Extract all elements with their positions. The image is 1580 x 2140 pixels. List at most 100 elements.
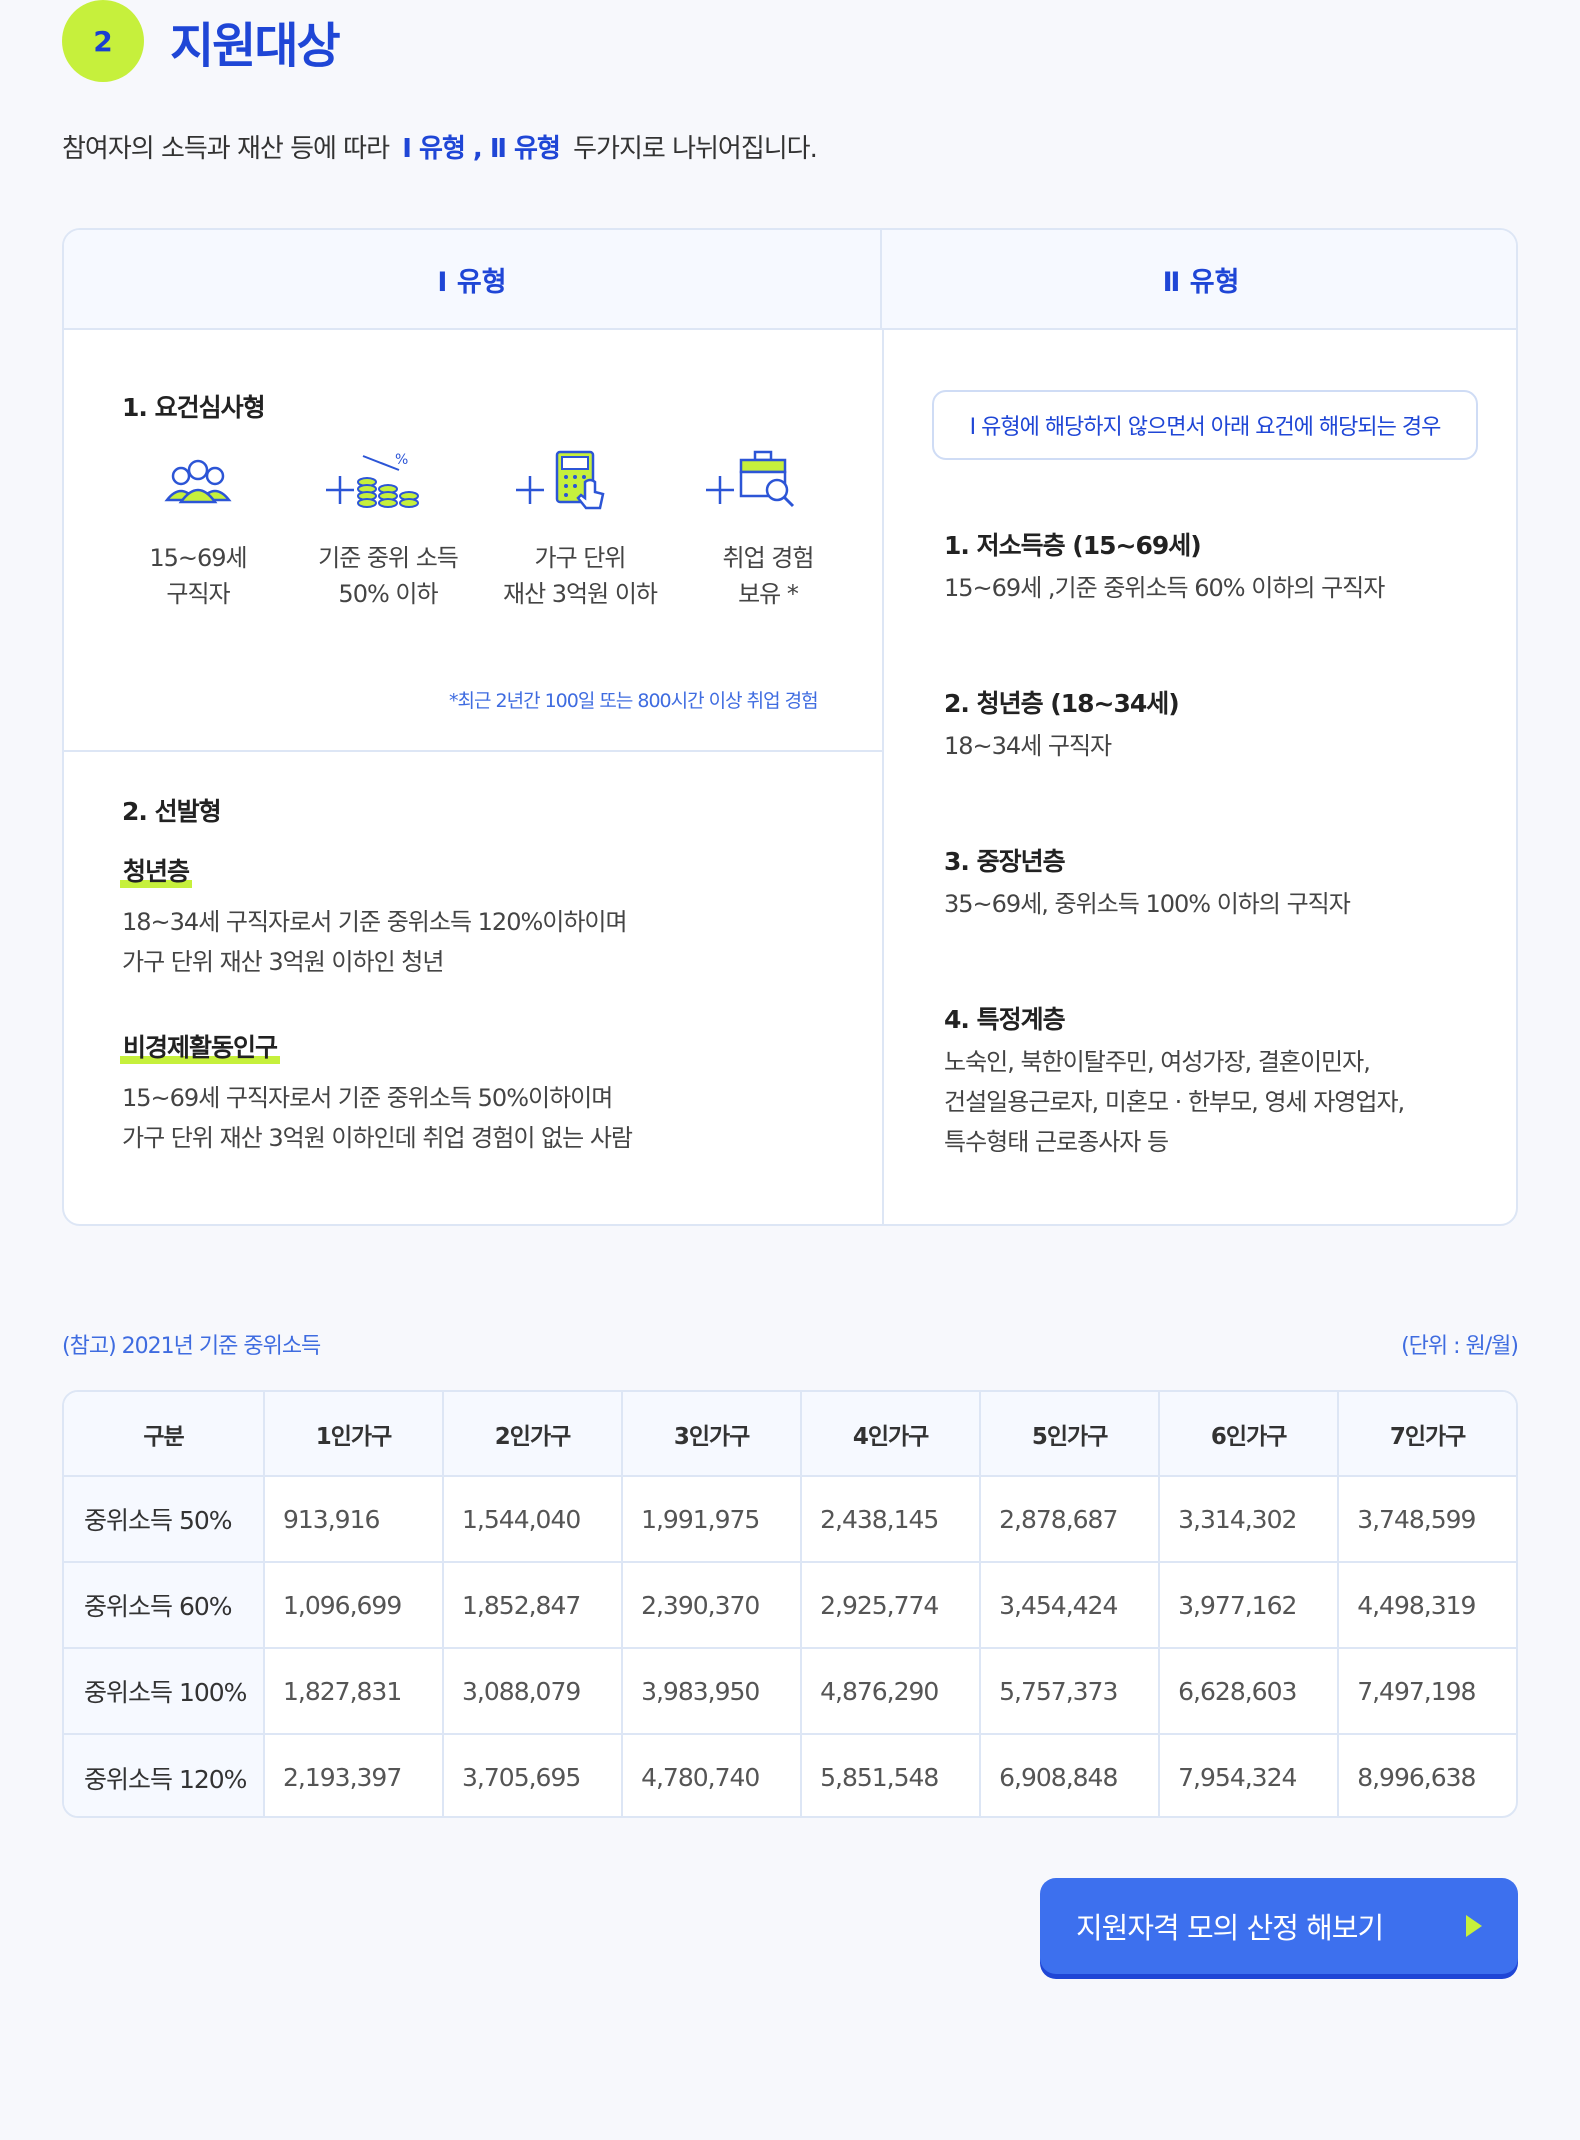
table-header: 7인가구: [1337, 1392, 1516, 1477]
req-item-experience: 취업 경험 보유 *: [678, 450, 858, 612]
youth-tag: 청년층: [120, 852, 193, 888]
type2-item-4-desc: 노숙인, 북한이탈주민, 여성가장, 결혼이민자, 건설일용근로자, 미혼모 ·…: [944, 1042, 1405, 1162]
type2-item-2-title: 2. 청년층 (18~34세): [944, 689, 1180, 718]
type2-item-4-line2: 건설일용근로자, 미혼모 · 한부모, 영세 자영업자,: [944, 1088, 1405, 1116]
calculator-hand-icon: [555, 450, 605, 510]
inactive-line1: 15~69세 구직자로서 기준 중위소득 50%이하이며: [122, 1084, 613, 1112]
req-footnote: *최근 2년간 100일 또는 800시간 이상 취업 경험: [449, 690, 819, 712]
table-header: 2인가구: [442, 1392, 624, 1477]
table-cell: 3,314,302: [1158, 1475, 1340, 1563]
table-cell: 1,544,040: [442, 1475, 624, 1563]
table-header: 구분: [64, 1392, 265, 1477]
table-cell: 1,852,847: [442, 1561, 624, 1649]
row-label: 중위소득 50%: [64, 1475, 265, 1563]
reference-unit: (단위 : 원/월): [1401, 1334, 1519, 1359]
table-row: 중위소득 120% 2,193,397 3,705,695 4,780,740 …: [64, 1733, 1516, 1816]
section-header: 2 지원대상: [62, 0, 341, 82]
people-icon: [164, 459, 232, 504]
section-title: 지원대상: [170, 18, 341, 74]
type1-header: Ⅰ 유형: [64, 230, 882, 330]
table-cell: 4,780,740: [621, 1733, 803, 1816]
cta-label: 지원자격 모의 산정 해보기: [1076, 1911, 1384, 1945]
type2-item-3-title: 3. 중장년층: [944, 847, 1066, 876]
table-cell: 4,498,319: [1337, 1561, 1516, 1649]
req-age-line1: 15~69세: [149, 544, 247, 572]
table-header: 3인가구: [621, 1392, 803, 1477]
inactive-line2: 가구 단위 재산 3억원 이하인데 취업 경험이 없는 사람: [122, 1124, 633, 1152]
table-cell: 2,438,145: [800, 1475, 982, 1563]
table-cell: 1,991,975: [621, 1475, 803, 1563]
table-cell: 6,628,603: [1158, 1647, 1340, 1735]
req-item-asset: 가구 단위 재산 3억원 이하: [490, 450, 670, 612]
table-header: 1인가구: [262, 1392, 445, 1477]
types-box: Ⅰ 유형 Ⅱ 유형 1. 요건심사형 15~69세 구직자 % 기준 중위 소득…: [62, 228, 1518, 1226]
median-income-table: 구분 1인가구 2인가구 3인가구 4인가구 5인가구 6인가구 7인가구 중위…: [62, 1390, 1518, 1818]
type2-header: Ⅱ 유형: [882, 230, 1516, 330]
coins-percent-icon: %: [357, 452, 419, 508]
eligibility-simulation-button[interactable]: 지원자격 모의 산정 해보기: [1040, 1878, 1518, 1974]
requirement-icons: 15~69세 구직자 % 기준 중위 소득 50% 이하 가구 단위 재산 3억…: [108, 450, 858, 650]
req-age-line2: 구직자: [166, 580, 230, 608]
table-cell: 1,096,699: [262, 1561, 445, 1649]
req-exp-line2: 보유 *: [738, 580, 799, 608]
table-header-row: 구분 1인가구 2인가구 3인가구 4인가구 5인가구 6인가구 7인가구: [64, 1392, 1516, 1477]
type1-divider: [64, 750, 882, 752]
table-cell: 2,878,687: [979, 1475, 1161, 1563]
type2-item-1-desc: 15~69세 ,기준 중위소득 60% 이하의 구직자: [944, 574, 1385, 602]
reference-title: (참고) 2021년 기준 중위소득: [62, 1334, 321, 1359]
column-divider: [882, 330, 884, 1224]
table-cell: 8,996,638: [1337, 1733, 1516, 1816]
table-row: 중위소득 60% 1,096,699 1,852,847 2,390,370 2…: [64, 1561, 1516, 1649]
intro-text: 참여자의 소득과 재산 등에 따라 Ⅰ 유형 , Ⅱ 유형 두가지로 나뉘어집니…: [62, 128, 818, 165]
req-title: 1. 요건심사형: [122, 393, 266, 422]
row-label: 중위소득 120%: [64, 1733, 265, 1816]
table-cell: 7,497,198: [1337, 1647, 1516, 1735]
type2-item-4-line1: 노숙인, 북한이탈주민, 여성가장, 결혼이민자,: [944, 1048, 1371, 1076]
section-number-badge: 2: [62, 0, 144, 82]
table-row: 중위소득 50% 913,916 1,544,040 1,991,975 2,4…: [64, 1475, 1516, 1563]
table-cell: 2,925,774: [800, 1561, 982, 1649]
type2-item-1-title: 1. 저소득층 (15~69세): [944, 531, 1202, 560]
req-asset-line1: 가구 단위: [534, 544, 627, 572]
table-cell: 5,757,373: [979, 1647, 1161, 1735]
type2-item-4-line3: 특수형태 근로종사자 등: [944, 1128, 1169, 1156]
briefcase-search-icon: [739, 450, 795, 508]
table-cell: 4,876,290: [800, 1647, 982, 1735]
intro-types: Ⅰ 유형 , Ⅱ 유형: [402, 134, 561, 164]
table-cell: 2,390,370: [621, 1561, 803, 1649]
select-title: 2. 선발형: [122, 797, 222, 826]
type2-item-2-desc: 18~34세 구직자: [944, 732, 1112, 760]
youth-desc: 18~34세 구직자로서 기준 중위소득 120%이하이며 가구 단위 재산 3…: [122, 902, 628, 982]
intro-before: 참여자의 소득과 재산 등에 따라: [62, 134, 390, 164]
youth-line1: 18~34세 구직자로서 기준 중위소득 120%이하이며: [122, 908, 628, 936]
req-income-line2: 50% 이하: [338, 580, 438, 608]
row-label: 중위소득 100%: [64, 1647, 265, 1735]
inactive-desc: 15~69세 구직자로서 기준 중위소득 50%이하이며 가구 단위 재산 3억…: [122, 1078, 633, 1158]
table-cell: 2,193,397: [262, 1733, 445, 1816]
req-asset-line2: 재산 3억원 이하: [502, 580, 658, 608]
table-cell: 3,748,599: [1337, 1475, 1516, 1563]
play-arrow-icon: [1466, 1915, 1482, 1937]
svg-text:%: %: [395, 452, 408, 468]
table-header: 6인가구: [1158, 1392, 1340, 1477]
table-cell: 5,851,548: [800, 1733, 982, 1816]
table-cell: 6,908,848: [979, 1733, 1161, 1816]
table-cell: 913,916: [262, 1475, 445, 1563]
req-income-line1: 기준 중위 소득: [318, 544, 459, 572]
inactive-tag: 비경제활동인구: [120, 1028, 281, 1064]
table-cell: 3,977,162: [1158, 1561, 1340, 1649]
table-header: 4인가구: [800, 1392, 982, 1477]
table-cell: 3,088,079: [442, 1647, 624, 1735]
table-header: 5인가구: [979, 1392, 1161, 1477]
table-row: 중위소득 100% 1,827,831 3,088,079 3,983,950 …: [64, 1647, 1516, 1735]
row-label: 중위소득 60%: [64, 1561, 265, 1649]
table-cell: 3,454,424: [979, 1561, 1161, 1649]
table-cell: 7,954,324: [1158, 1733, 1340, 1816]
youth-line2: 가구 단위 재산 3억원 이하인 청년: [122, 948, 444, 976]
req-item-age: 15~69세 구직자: [108, 450, 288, 612]
req-exp-line1: 취업 경험: [722, 544, 815, 572]
type2-item-3-desc: 35~69세, 중위소득 100% 이하의 구직자: [944, 890, 1351, 918]
type2-condition-pill: Ⅰ 유형에 해당하지 않으면서 아래 요건에 해당되는 경우: [932, 390, 1478, 460]
table-cell: 3,705,695: [442, 1733, 624, 1816]
intro-after: 두가지로 나뉘어집니다.: [573, 134, 818, 164]
